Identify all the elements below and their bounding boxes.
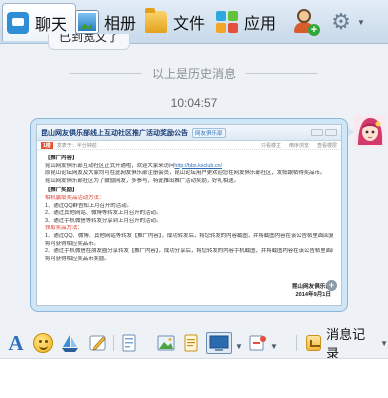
history-message-bubble: 已到宽文了	[48, 34, 130, 50]
doc-line: 2、通过手机微信在朋友圈分享转发【推广内容】，成功分享后，将您转发的内容手机截图…	[45, 248, 333, 256]
font-icon[interactable]: A	[6, 333, 26, 354]
history-icon	[306, 335, 322, 351]
sailboat-icon[interactable]	[60, 333, 80, 353]
image-icon[interactable]	[156, 333, 176, 353]
doc-line: 领取奖品方法：	[45, 225, 333, 233]
doc-line: 将可获得相应奖品币奖励。	[45, 256, 333, 264]
doc-title: 昆山网友俱乐部线上互动社区推广活动奖励公告	[41, 129, 188, 137]
toolbar-separator	[113, 335, 114, 351]
tab-chat-label: 聊天	[35, 16, 68, 34]
input-toolbar: A ▼ ▼ 消息记录 ▼	[0, 327, 388, 361]
doc-line: 【推广奖励】	[45, 187, 333, 195]
doc-line-text: 相机赢取奖品活动方法：	[45, 194, 105, 201]
note-icon[interactable]	[181, 333, 201, 353]
post-author-meta: 发表于：半分钟前	[56, 142, 97, 149]
doc-header: 昆山网友俱乐部线上互动社区推广活动奖励公告 网友俱乐部	[37, 125, 341, 141]
doc-line: 昆山网友俱乐部互动社区正式开通啦，欢迎大家来访问http://bbs.ksclu…	[45, 163, 333, 171]
doc-line-text: 1、通过QQ群告知上月召开的活动。	[45, 202, 132, 209]
folder-icon	[145, 8, 167, 33]
meta-link: 查看楼层	[316, 142, 337, 149]
chevron-down-icon[interactable]: ▼	[270, 342, 278, 351]
doc-line-text: 【推广奖励】	[45, 187, 78, 194]
doc-line-text: 2、通过手机微信在朋友圈分享转发【推广内容】，成功分享后，将您转发的内容手机截图…	[45, 248, 333, 255]
tab-photo-album-label: 相册	[104, 16, 137, 33]
add-friend-icon[interactable]: +	[292, 8, 320, 36]
doc-meta: 1楼 发表于：半分钟前 只看楼主 倒序浏览 查看楼层	[37, 141, 341, 150]
chat-icon	[7, 11, 29, 34]
message-bubble: 昆山网友俱乐部线上互动社区推广活动奖励公告 网友俱乐部 1楼 发表于：半分钟前 …	[30, 118, 348, 312]
history-divider: 以上是历史消息	[70, 66, 319, 81]
history-message-text: 已到宽文了	[58, 34, 119, 44]
tab-files[interactable]: 文件	[145, 3, 205, 41]
doc-body: 【推广内容】 昆山网友俱乐部互动社区正式开通啦，欢迎大家来访问http://bbs…	[37, 150, 341, 263]
pencil-icon[interactable]	[88, 333, 108, 353]
divider-line-left	[70, 72, 142, 74]
shared-screenshot-image[interactable]: 昆山网友俱乐部线上互动社区推广活动奖励公告 网友俱乐部 1楼 发表于：半分钟前 …	[36, 124, 342, 306]
card-icon[interactable]	[119, 333, 139, 353]
doc-line-text: 3、通过手机微信等转发分享到上月召开的活动。	[45, 217, 162, 224]
floor-tag: 1楼	[41, 141, 53, 149]
avatar[interactable]	[354, 115, 386, 147]
doc-line: 相机赢取奖品活动方法：	[45, 195, 333, 203]
doc-line-text: 领取奖品方法：	[45, 225, 83, 232]
photo-album-icon	[76, 11, 98, 33]
doc-line-text: 1、通过QQ、微博、其他网站等转发【推广内容】，成功转发后，将您转发的内容截图，…	[45, 232, 333, 239]
gear-icon[interactable]: ⚙	[330, 11, 352, 33]
doc-sign-date: 2014年9月1日	[295, 292, 331, 298]
doc-line-text: 将可获得相应奖品币奖励。	[45, 255, 110, 262]
message-timestamp: 10:04:57	[170, 96, 218, 110]
meta-link: 倒序浏览	[288, 142, 309, 149]
doc-line: 1、通过QQ群告知上月召开的活动。	[45, 203, 333, 211]
message-input-area[interactable]	[0, 358, 388, 398]
doc-line-text: 2、通过其他网站、微博等转发上月召开的活动。	[45, 210, 162, 217]
doc-line-text: 原昆山论坛网友及大家均可在此网友俱乐部注册会员，昆山论坛用户更欢迎您在网友俱乐部…	[45, 170, 326, 177]
message-history-button[interactable]: 消息记录 ▼	[306, 327, 388, 361]
meta-link: 只看楼主	[260, 142, 281, 149]
apps-icon	[216, 11, 238, 33]
doc-line: 3、通过手机微信等转发分享到上月召开的活动。	[45, 218, 333, 226]
doc-line-text: 【推广内容】	[45, 155, 78, 161]
history-divider-text: 以上是历史消息	[152, 66, 237, 81]
doc-line: 将可获得相应奖品币。	[45, 241, 333, 249]
doc-line: 1、通过QQ、微博、其他网站等转发【推广内容】，成功转发后，将您转发的内容截图，…	[45, 233, 333, 241]
chevron-down-icon[interactable]: ▼	[357, 18, 365, 27]
zoom-in-icon[interactable]: +	[326, 280, 337, 291]
doc-line-text: 昆山网友俱乐部社区为了鼓励网友，多参与，特此推出推广活动奖励，好礼相送。	[45, 177, 240, 184]
chevron-down-icon: ▼	[380, 338, 388, 348]
doc-controls	[311, 129, 337, 136]
message-history-label: 消息记录	[326, 327, 366, 361]
tab-apps[interactable]: 应用	[216, 3, 276, 41]
doc-line-text: 昆山网友俱乐部互动社区正式开通啦，欢迎大家来访问	[45, 162, 175, 169]
doc-line: 原昆山论坛网友及大家均可在此网友俱乐部注册会员，昆山论坛用户更欢迎您在网友俱乐部…	[45, 170, 333, 178]
tab-apps-label: 应用	[244, 16, 277, 33]
doc-line: 【推广内容】	[45, 155, 333, 163]
doc-link[interactable]: http://bbs.ksclub.cn/	[174, 163, 222, 169]
doc-line-text: 将可获得相应奖品币。	[45, 240, 99, 247]
emoji-icon[interactable]	[33, 333, 53, 353]
doc-line: 2、通过其他网站、微博等转发上月召开的活动。	[45, 210, 333, 218]
shake-icon[interactable]	[248, 333, 268, 353]
doc-badge: 网友俱乐部	[192, 127, 226, 138]
tab-files-label: 文件	[173, 16, 206, 33]
toolbar-separator	[296, 335, 297, 351]
divider-line-right	[246, 72, 319, 74]
screenshot-icon[interactable]	[206, 332, 232, 354]
doc-line: 昆山网友俱乐部社区为了鼓励网友，多参与，特此推出推广活动奖励，好礼相送。	[45, 178, 333, 186]
chevron-down-icon[interactable]: ▼	[235, 342, 243, 351]
